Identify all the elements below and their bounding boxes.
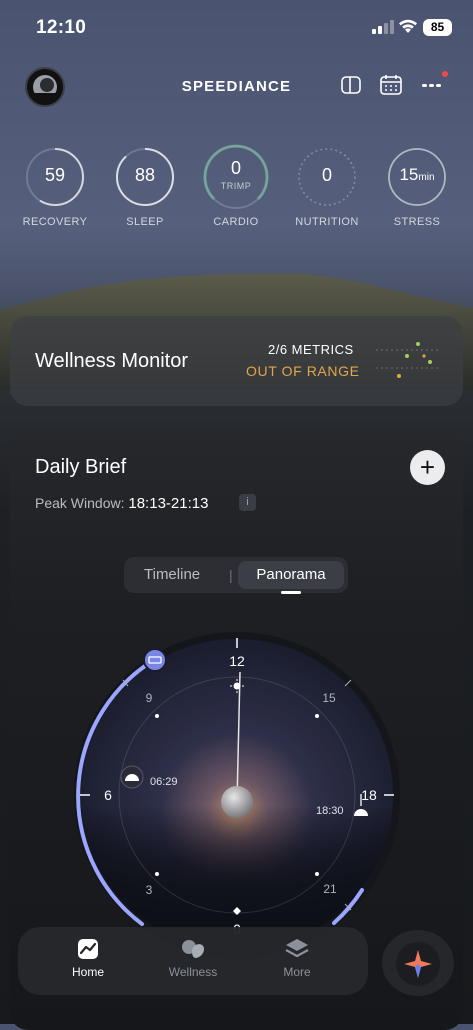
wellness-icon [182, 940, 205, 958]
assistant-button[interactable] [382, 930, 454, 996]
metric-label: CARDIO [213, 216, 259, 228]
metric-label: NUTRITION [295, 216, 359, 228]
status-bar: 12:10 85 [0, 0, 473, 56]
wifi-icon [399, 19, 417, 33]
metric-scatter-icon [376, 342, 438, 378]
daily-brief-title: Daily Brief [35, 456, 127, 478]
metric-label: STRESS [393, 216, 441, 228]
info-icon[interactable]: i [239, 494, 256, 511]
hour-label: 12 [229, 653, 245, 669]
hour-label: 21 [323, 882, 337, 896]
metric-recovery[interactable]: 59 RECOVERY [15, 146, 95, 228]
hour-label: 9 [146, 691, 153, 705]
calendar-icon[interactable] [379, 74, 403, 96]
nav-home[interactable]: Home [48, 937, 128, 979]
tab-timeline[interactable]: Timeline [144, 566, 200, 583]
sunset-time: 18:30 [316, 805, 344, 817]
active-tab-indicator [281, 591, 301, 594]
hour-label: 3 [146, 883, 153, 897]
metrics-row: 59 RECOVERY 88 SLEEP 0 TRIMP CARDIO 0 NU… [0, 144, 473, 246]
nav-more-label: More [283, 965, 311, 979]
peak-window-label: Peak Window: [35, 495, 125, 511]
assistant-button-inner [396, 942, 440, 986]
metrics-count: 2/6 METRICS [268, 342, 354, 357]
nav-home-label: Home [71, 965, 104, 979]
bottom-nav: Home Wellness More [18, 927, 368, 995]
view-toggle: Timeline | Panorama [124, 557, 348, 594]
metric-stress[interactable]: 15min STRESS [377, 146, 457, 228]
device-icon[interactable] [340, 74, 362, 96]
hour-label: 6 [104, 787, 112, 803]
hour-label: 18 [361, 787, 377, 803]
metric-sub: TRIMP [220, 181, 252, 191]
metric-label: RECOVERY [22, 216, 88, 228]
metric-value: 0 [321, 165, 332, 185]
metric-label: SLEEP [126, 216, 164, 228]
metric-value: 15min [399, 165, 435, 184]
more-icon[interactable] [419, 70, 449, 96]
sleep-marker-icon [143, 648, 167, 672]
cellular-signal-icon [372, 20, 394, 34]
metric-nutrition[interactable]: 0 NUTRITION [287, 146, 367, 228]
nav-wellness[interactable]: Wellness [153, 937, 233, 979]
tab-separator: | [229, 567, 233, 583]
layers-icon [285, 939, 309, 958]
metric-cardio[interactable]: 0 TRIMP CARDIO [196, 144, 276, 228]
metric-value: 0 [230, 158, 241, 178]
hour-label: 15 [322, 691, 336, 705]
battery-indicator: 85 [423, 19, 452, 36]
status-time: 12:10 [36, 17, 87, 38]
peak-window-value: 18:13-21:13 [128, 495, 209, 512]
sunrise-time: 06:29 [150, 776, 178, 788]
nav-wellness-label: Wellness [168, 965, 218, 979]
tab-panorama[interactable]: Panorama [238, 561, 344, 589]
peak-window: Peak Window: 18:13-21:13 [35, 495, 208, 512]
top-bar: SPEEDIANCE [0, 64, 473, 110]
add-button[interactable]: + [410, 450, 445, 485]
wellness-monitor-title: Wellness Monitor [35, 350, 189, 372]
out-of-range-status: OUT OF RANGE [246, 363, 360, 379]
day-clock-dial[interactable]: 12 15 18 21 0 3 6 9 06:29 18:30 [72, 630, 402, 960]
metric-value: 59 [44, 165, 66, 185]
metric-sleep[interactable]: 88 SLEEP [105, 146, 185, 228]
metric-value: 88 [134, 165, 156, 185]
wellness-monitor-card[interactable]: Wellness Monitor 2/6 METRICS OUT OF RANG… [10, 316, 463, 406]
chart-icon [78, 939, 98, 959]
nav-more[interactable]: More [257, 937, 337, 979]
star-icon [404, 950, 432, 978]
